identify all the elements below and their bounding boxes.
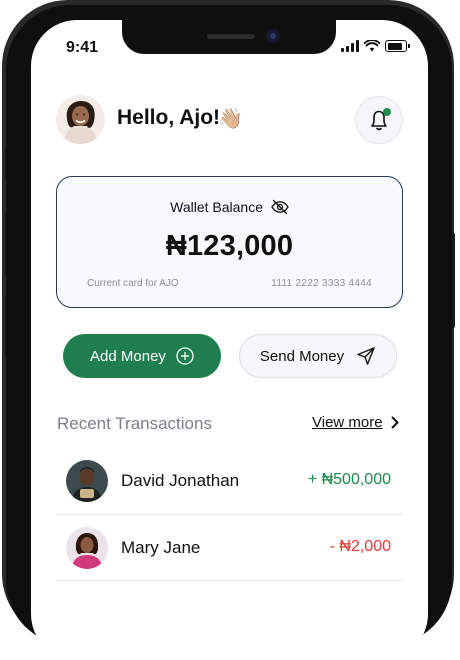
transaction-amount: + ₦500,000 xyxy=(307,471,391,488)
eye-off-icon[interactable] xyxy=(271,199,289,215)
speaker xyxy=(207,34,255,39)
wallet-balance: ₦123,000 xyxy=(165,230,294,262)
chevron-right-icon xyxy=(391,416,399,429)
avatar[interactable] xyxy=(56,95,105,144)
add-money-label: Add Money xyxy=(90,347,166,365)
transaction-name: Mary Jane xyxy=(121,538,201,557)
wallet-label: Wallet Balance xyxy=(170,199,263,215)
send-icon xyxy=(357,347,375,365)
battery-icon xyxy=(385,40,410,52)
user-portrait-icon xyxy=(66,460,108,502)
wifi-icon xyxy=(364,40,380,52)
notification-dot xyxy=(383,108,391,116)
avatar xyxy=(66,527,108,569)
transaction-row[interactable]: David Jonathan + ₦500,000 xyxy=(56,450,403,514)
wallet-card: Wallet Balance ₦123,000 Current card for… xyxy=(56,176,403,308)
transaction-amount: - ₦2,000 xyxy=(329,538,391,555)
wallet-label-row: Wallet Balance xyxy=(57,199,402,215)
send-money-button[interactable]: Send Money xyxy=(239,334,397,378)
recent-transactions-title: Recent Transactions xyxy=(57,414,212,433)
card-number: 1111 2222 3333 4444 xyxy=(271,278,372,289)
notification-button[interactable] xyxy=(355,96,403,144)
plus-circle-icon xyxy=(176,347,194,365)
avatar xyxy=(66,460,108,502)
front-camera xyxy=(266,29,280,43)
wave-hand-icon: 👋🏼 xyxy=(218,108,243,130)
add-money-button[interactable]: Add Money xyxy=(63,334,221,378)
user-portrait-icon xyxy=(56,95,105,144)
status-icons xyxy=(341,40,410,52)
divider xyxy=(56,514,403,515)
view-more-label: View more xyxy=(312,414,383,431)
send-money-label: Send Money xyxy=(259,347,345,365)
status-time: 9:41 xyxy=(66,39,99,56)
signal-icon xyxy=(341,40,359,52)
greeting-text: Hello, Ajo! xyxy=(117,106,221,129)
view-more-link[interactable]: View more xyxy=(312,414,399,431)
transaction-name: David Jonathan xyxy=(121,471,240,490)
bell-icon xyxy=(371,110,387,131)
transaction-row[interactable]: Mary Jane - ₦2,000 xyxy=(56,517,403,581)
user-portrait-icon xyxy=(66,527,108,569)
card-holder: Current card for AJO xyxy=(87,278,179,289)
